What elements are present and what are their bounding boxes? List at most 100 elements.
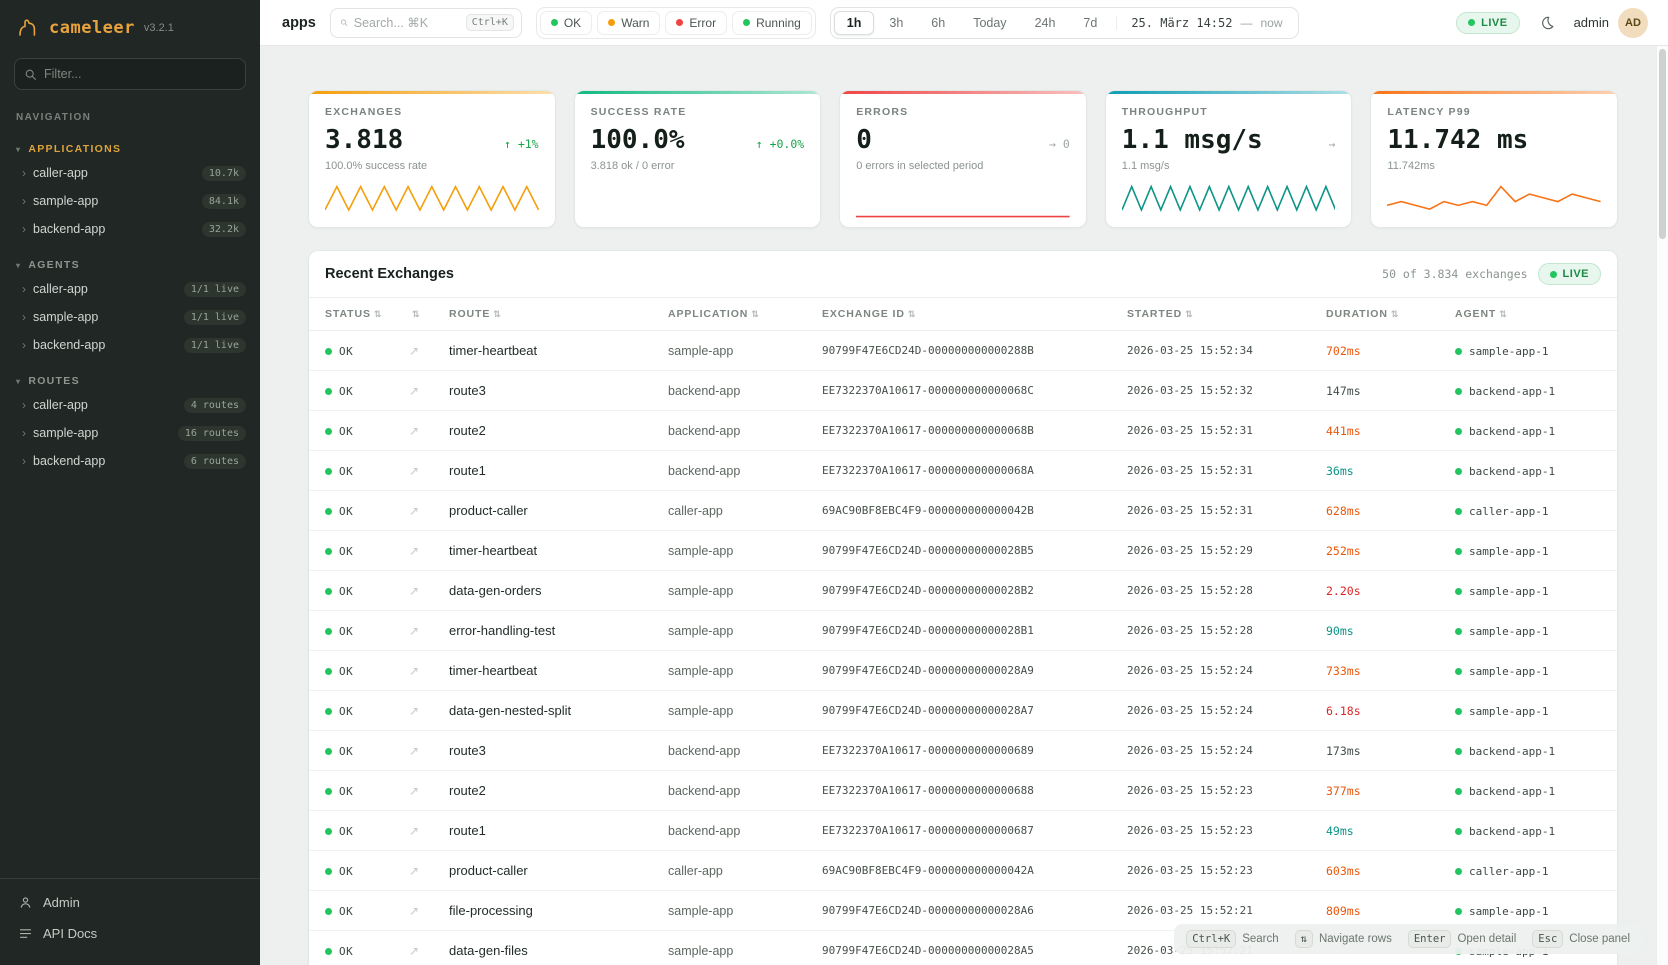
open-exchange-icon[interactable]: ↗ bbox=[409, 664, 419, 678]
range-today[interactable]: Today bbox=[960, 11, 1019, 35]
live-badge[interactable]: LIVE bbox=[1456, 12, 1519, 34]
chip-label: Warn bbox=[621, 16, 649, 30]
range-3h[interactable]: 3h bbox=[876, 11, 916, 35]
table-row[interactable]: OK ↗ route1 backend-app EE7322370A10617-… bbox=[309, 451, 1617, 491]
table-row[interactable]: OK ↗ timer-heartbeat sample-app 90799F47… bbox=[309, 331, 1617, 371]
filter-chip-warn[interactable]: Warn bbox=[597, 11, 660, 35]
open-exchange-icon[interactable]: ↗ bbox=[409, 544, 419, 558]
filter-chip-running[interactable]: Running bbox=[732, 11, 812, 35]
sidebar-item-agent-backend-app[interactable]: › backend-app 1/1 live bbox=[0, 331, 260, 359]
table-row[interactable]: OK ↗ product-caller caller-app 69AC90BF8… bbox=[309, 851, 1617, 891]
table-row[interactable]: OK ↗ data-gen-nested-split sample-app 90… bbox=[309, 691, 1617, 731]
card-value: 0 bbox=[856, 125, 872, 155]
sidebar-item-api-docs[interactable]: API Docs bbox=[0, 918, 260, 949]
started-cell: 2026-03-25 15:52:23 bbox=[1119, 811, 1318, 851]
open-exchange-icon[interactable]: ↗ bbox=[409, 904, 419, 918]
table-row[interactable]: OK ↗ route3 backend-app EE7322370A10617-… bbox=[309, 731, 1617, 771]
table-row[interactable]: OK ↗ route2 backend-app EE7322370A10617-… bbox=[309, 771, 1617, 811]
status-dot bbox=[608, 19, 615, 26]
card-subtext: 100.0% success rate bbox=[325, 160, 539, 172]
open-exchange-icon[interactable]: ↗ bbox=[409, 824, 419, 838]
open-exchange-icon[interactable]: ↗ bbox=[409, 584, 419, 598]
application-cell: sample-app bbox=[660, 571, 814, 611]
sidebar-item-agent-sample-app[interactable]: › sample-app 1/1 live bbox=[0, 303, 260, 331]
col-duration[interactable]: DURATION⇅ bbox=[1318, 298, 1447, 331]
card-value: 1.1 msg/s bbox=[1122, 125, 1263, 155]
open-exchange-icon[interactable]: ↗ bbox=[409, 464, 419, 478]
status-label: OK bbox=[339, 625, 353, 638]
keyboard-hints-bar: Ctrl+K Search ⇅ Navigate rows Enter Open… bbox=[1174, 924, 1642, 954]
open-exchange-icon[interactable]: ↗ bbox=[409, 944, 419, 958]
open-exchange-icon[interactable]: ↗ bbox=[409, 744, 419, 758]
table-row[interactable]: OK ↗ timer-heartbeat sample-app 90799F47… bbox=[309, 651, 1617, 691]
table-row[interactable]: OK ↗ data-gen-orders sample-app 90799F47… bbox=[309, 571, 1617, 611]
filter-chip-ok[interactable]: OK bbox=[540, 11, 592, 35]
sidebar-item-admin[interactable]: Admin bbox=[0, 887, 260, 918]
search-input[interactable] bbox=[354, 16, 460, 30]
sidebar-item-routes-caller-app[interactable]: › caller-app 4 routes bbox=[0, 391, 260, 419]
scrollbar-thumb[interactable] bbox=[1659, 49, 1666, 239]
open-exchange-icon[interactable]: ↗ bbox=[409, 344, 419, 358]
col-exchange-id[interactable]: EXCHANGE ID⇅ bbox=[814, 298, 1119, 331]
open-exchange-icon[interactable]: ↗ bbox=[409, 384, 419, 398]
application-cell: sample-app bbox=[660, 531, 814, 571]
table-title: Recent Exchanges bbox=[325, 266, 454, 282]
table-row[interactable]: OK ↗ product-caller caller-app 69AC90BF8… bbox=[309, 491, 1617, 531]
open-exchange-icon[interactable]: ↗ bbox=[409, 504, 419, 518]
hint-label: Open detail bbox=[1457, 933, 1516, 945]
table-row[interactable]: OK ↗ route1 backend-app EE7322370A10617-… bbox=[309, 811, 1617, 851]
sidebar-item-app-caller-app[interactable]: › caller-app 10.7k bbox=[0, 159, 260, 187]
table-row[interactable]: OK ↗ route3 backend-app EE7322370A10617-… bbox=[309, 371, 1617, 411]
table-row[interactable]: OK ↗ error-handling-test sample-app 9079… bbox=[309, 611, 1617, 651]
hint-label: Close panel bbox=[1569, 933, 1630, 945]
status-label: OK bbox=[339, 825, 353, 838]
filter-input[interactable] bbox=[44, 67, 236, 81]
range-7d[interactable]: 7d bbox=[1070, 11, 1110, 35]
range-1h[interactable]: 1h bbox=[834, 11, 875, 35]
open-exchange-icon[interactable]: ↗ bbox=[409, 704, 419, 718]
col-started[interactable]: STARTED⇅ bbox=[1119, 298, 1318, 331]
range-6h[interactable]: 6h bbox=[918, 11, 958, 35]
stat-card-throughput: THROUGHPUT 1.1 msg/s → 1.1 msg/s bbox=[1105, 90, 1353, 228]
sidebar-item-routes-backend-app[interactable]: › backend-app 6 routes bbox=[0, 447, 260, 475]
global-search[interactable]: Ctrl+K bbox=[330, 8, 522, 38]
nav-item-badge: 1/1 live bbox=[184, 282, 246, 297]
open-exchange-icon[interactable]: ↗ bbox=[409, 864, 419, 878]
section-agents[interactable]: ▾ AGENTS bbox=[0, 255, 260, 275]
card-accent-strip bbox=[840, 91, 1086, 94]
application-cell: sample-app bbox=[660, 651, 814, 691]
nav-item-badge: 84.1k bbox=[202, 194, 246, 209]
avatar[interactable]: AD bbox=[1618, 8, 1648, 38]
col-agent[interactable]: AGENT⇅ bbox=[1447, 298, 1617, 331]
route-cell: data-gen-orders bbox=[441, 571, 660, 611]
status-ok-dot bbox=[325, 348, 332, 355]
agent-label: sample-app-1 bbox=[1469, 545, 1548, 558]
col-status[interactable]: STATUS⇅ bbox=[309, 298, 401, 331]
duration-cell: 49ms bbox=[1318, 811, 1447, 851]
col-link[interactable]: ⇅ bbox=[401, 298, 441, 331]
table-live-badge[interactable]: LIVE bbox=[1538, 263, 1601, 285]
col-application[interactable]: APPLICATION⇅ bbox=[660, 298, 814, 331]
theme-toggle[interactable] bbox=[1532, 8, 1562, 38]
user-menu[interactable]: admin AD bbox=[1574, 8, 1648, 38]
col-route[interactable]: ROUTE⇅ bbox=[441, 298, 660, 331]
status-label: OK bbox=[339, 785, 353, 798]
sidebar-item-app-sample-app[interactable]: › sample-app 84.1k bbox=[0, 187, 260, 215]
card-title: ERRORS bbox=[856, 106, 1070, 118]
range-24h[interactable]: 24h bbox=[1022, 11, 1069, 35]
section-routes[interactable]: ▾ ROUTES bbox=[0, 371, 260, 391]
filter-chip-error[interactable]: Error bbox=[665, 11, 727, 35]
route-cell: product-caller bbox=[441, 491, 660, 531]
agent-label: caller-app-1 bbox=[1469, 505, 1548, 518]
status-label: OK bbox=[339, 905, 353, 918]
open-exchange-icon[interactable]: ↗ bbox=[409, 784, 419, 798]
table-row[interactable]: OK ↗ timer-heartbeat sample-app 90799F47… bbox=[309, 531, 1617, 571]
sidebar-item-app-backend-app[interactable]: › backend-app 32.2k bbox=[0, 215, 260, 243]
sidebar-item-routes-sample-app[interactable]: › sample-app 16 routes bbox=[0, 419, 260, 447]
exchanges-sparkline bbox=[325, 183, 539, 219]
sidebar-item-agent-caller-app[interactable]: › caller-app 1/1 live bbox=[0, 275, 260, 303]
table-row[interactable]: OK ↗ route2 backend-app EE7322370A10617-… bbox=[309, 411, 1617, 451]
open-exchange-icon[interactable]: ↗ bbox=[409, 624, 419, 638]
open-exchange-icon[interactable]: ↗ bbox=[409, 424, 419, 438]
section-applications[interactable]: ▾ APPLICATIONS bbox=[0, 139, 260, 159]
